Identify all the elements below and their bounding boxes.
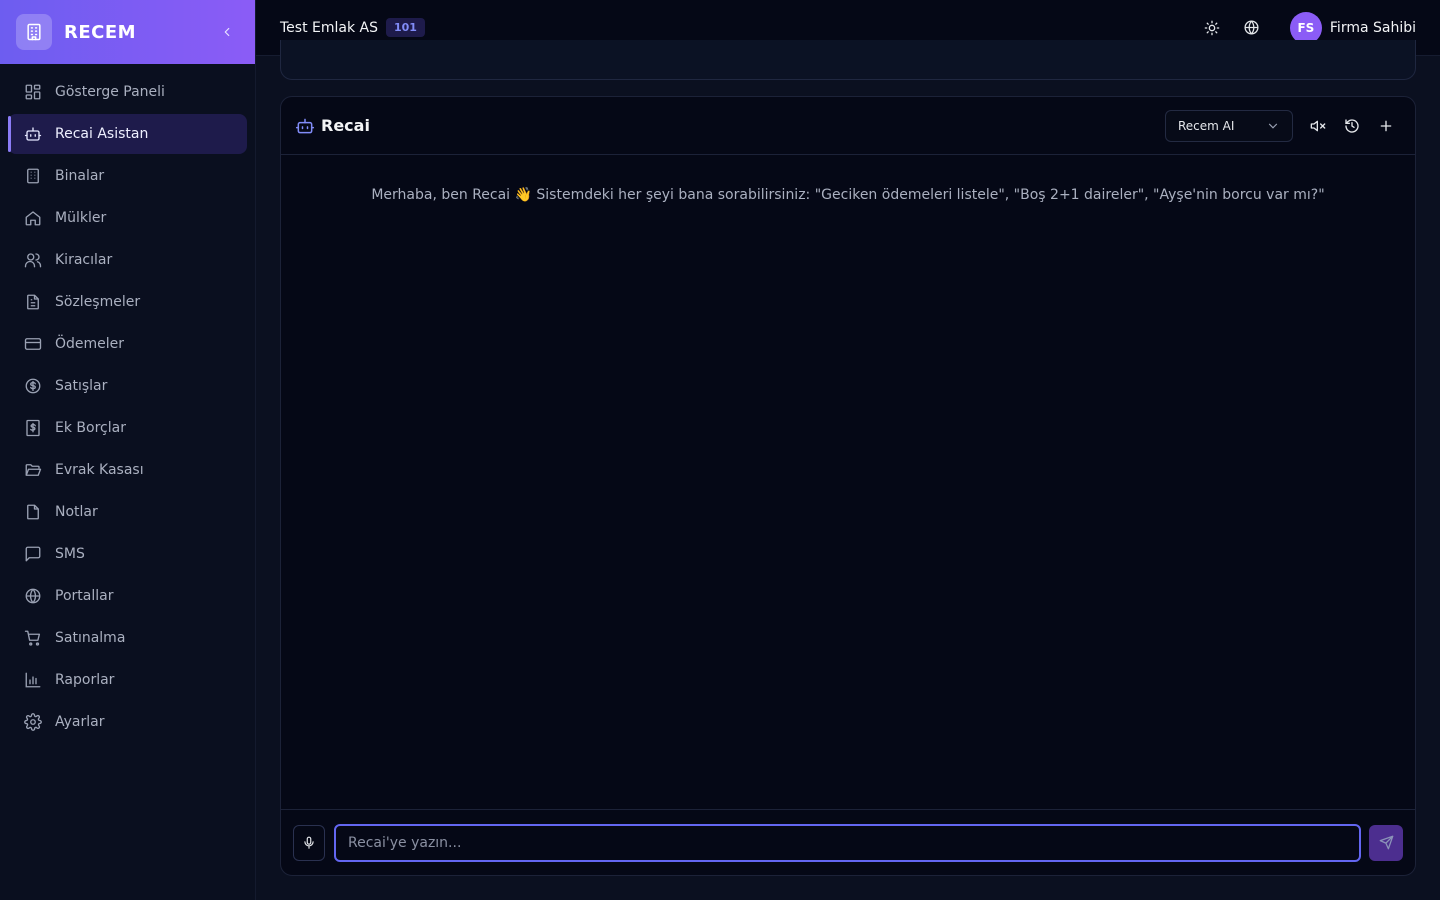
chevron-down-icon [1266, 119, 1280, 133]
microphone-icon [304, 836, 314, 849]
mute-button[interactable] [1303, 111, 1333, 141]
sidebar-item-label: Ek Borçlar [55, 420, 126, 436]
sidebar-item-label: Sözleşmeler [55, 294, 141, 310]
chat-title: Recai [321, 116, 370, 135]
sidebar-item-label: Binalar [55, 168, 105, 184]
new-chat-button[interactable] [1371, 111, 1401, 141]
sidebar-item-label: Raporlar [55, 672, 115, 688]
sidebar-item-label: Recai Asistan [55, 126, 149, 142]
document-icon [23, 292, 43, 312]
language-button[interactable] [1236, 12, 1268, 44]
chat-messages: Merhaba, ben Recai 👋 Sistemdeki her şeyi… [281, 155, 1415, 811]
user-name: Firma Sahibi [1329, 19, 1416, 36]
gear-icon [23, 712, 43, 732]
folder-open-icon [23, 460, 43, 480]
chat-composer [281, 809, 1415, 875]
sidebar-item-label: Ödemeler [55, 336, 125, 352]
model-select[interactable]: Recem AI [1165, 109, 1293, 142]
sidebar-item-reports[interactable]: Raporlar [8, 660, 247, 700]
sun-icon [1204, 20, 1220, 35]
dollar-circle-icon [23, 376, 43, 396]
users-icon [23, 250, 43, 270]
sidebar-item-label: Satışlar [55, 378, 108, 394]
previous-card [280, 40, 1416, 80]
sidebar-item-contracts[interactable]: Sözleşmeler [8, 282, 247, 322]
sidebar-item-notes[interactable]: Notlar [8, 492, 247, 532]
company-id-badge: 101 [386, 18, 425, 37]
sidebar-item-label: Mülkler [55, 210, 107, 226]
sidebar-item-settings[interactable]: Ayarlar [8, 702, 247, 742]
voice-input-button[interactable] [293, 824, 325, 861]
plus-icon [1380, 120, 1392, 131]
sidebar-item-portals[interactable]: Portallar [8, 576, 247, 616]
volume-mute-icon [1310, 120, 1326, 131]
sidebar-item-label: Kiracılar [55, 252, 113, 268]
history-button[interactable] [1337, 111, 1367, 141]
sidebar-item-dashboard[interactable]: Gösterge Paneli [8, 72, 247, 112]
topbar-actions: FS Firma Sahibi [1188, 11, 1416, 44]
message-icon [23, 544, 43, 564]
brand-header: RECEM [0, 0, 255, 64]
credit-card-icon [23, 334, 43, 354]
bot-icon [295, 116, 315, 136]
sidebar-item-sms[interactable]: SMS [8, 534, 247, 574]
history-icon [1345, 118, 1359, 133]
sidebar-item-label: Evrak Kasası [55, 462, 144, 478]
welcome-message: Merhaba, ben Recai 👋 Sistemdeki her şeyi… [371, 187, 1325, 203]
dashboard-icon [23, 82, 43, 102]
globe-icon [23, 586, 43, 606]
bot-icon [23, 124, 43, 144]
sidebar-item-extra-debts[interactable]: Ek Borçlar [8, 408, 247, 448]
avatar: FS [1289, 11, 1322, 44]
chat-actions: Recem AI [1165, 109, 1401, 142]
sidebar-item-label: Ayarlar [55, 714, 105, 730]
building-icon [23, 166, 43, 186]
bar-chart-icon [23, 670, 43, 690]
company-name: Test Emlak AS [280, 19, 378, 36]
note-icon [23, 502, 43, 522]
sidebar: RECEM Gösterge Paneli Recai Asistan Bina… [0, 0, 256, 900]
send-button[interactable] [1369, 824, 1403, 861]
user-menu[interactable]: FS Firma Sahibi [1289, 11, 1416, 44]
sidebar-item-sales[interactable]: Satışlar [8, 366, 247, 406]
chat-input[interactable] [334, 823, 1361, 862]
sidebar-item-document-vault[interactable]: Evrak Kasası [8, 450, 247, 490]
globe-icon [1244, 20, 1259, 35]
sidebar-item-buildings[interactable]: Binalar [8, 156, 247, 196]
brand-name: RECEM [64, 21, 137, 43]
model-select-value: Recem AI [1178, 118, 1235, 133]
sidebar-nav: Gösterge Paneli Recai Asistan Binalar Mü… [0, 64, 255, 742]
sidebar-item-purchasing[interactable]: Satınalma [8, 618, 247, 658]
collapse-sidebar-button[interactable] [217, 22, 237, 42]
sidebar-item-assistant[interactable]: Recai Asistan [8, 114, 247, 154]
sidebar-item-payments[interactable]: Ödemeler [8, 324, 247, 364]
send-icon [1379, 835, 1393, 850]
theme-toggle-button[interactable] [1196, 12, 1228, 44]
sidebar-item-properties[interactable]: Mülkler [8, 198, 247, 238]
sidebar-item-label: Notlar [55, 504, 98, 520]
home-icon [23, 208, 43, 228]
cart-icon [23, 628, 43, 648]
sidebar-item-label: Portallar [55, 588, 114, 604]
chat-header: Recai Recem AI [281, 97, 1415, 155]
receipt-icon [23, 418, 43, 438]
sidebar-item-label: Gösterge Paneli [55, 84, 165, 100]
building-logo-icon [16, 14, 52, 50]
chevron-left-icon [224, 27, 230, 37]
chat-panel: Recai Recem AI Merhaba, ben Recai 👋 Sist… [280, 96, 1416, 876]
sidebar-item-label: Satınalma [55, 630, 126, 646]
sidebar-item-label: SMS [55, 546, 85, 562]
sidebar-item-tenants[interactable]: Kiracılar [8, 240, 247, 280]
